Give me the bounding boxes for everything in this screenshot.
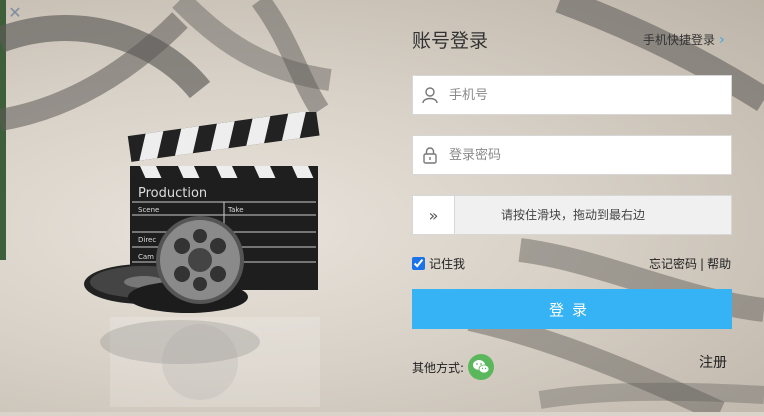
close-icon[interactable]: ✕: [6, 4, 24, 22]
other-login-methods: 其他方式:: [412, 354, 495, 380]
help-links: 忘记密码 | 帮助: [649, 255, 731, 272]
wechat-icon[interactable]: [468, 354, 495, 380]
user-icon: [413, 76, 447, 114]
help-link[interactable]: 帮助: [707, 257, 731, 271]
lock-icon: [413, 136, 447, 174]
other-methods-label: 其他方式:: [412, 360, 465, 375]
clapper-camera: Cam: [138, 253, 154, 261]
remember-checkbox[interactable]: [412, 257, 425, 270]
remember-label: 记住我: [429, 257, 466, 271]
phone-input[interactable]: [447, 76, 731, 114]
double-chevron-right-icon[interactable]: »: [413, 196, 455, 234]
quick-login-label: 手机快捷登录: [643, 33, 716, 47]
password-field[interactable]: [412, 135, 732, 175]
forgot-password-link[interactable]: 忘记密码: [649, 257, 697, 271]
clapper-director: Direc: [138, 236, 156, 244]
clapper-take: Take: [227, 206, 244, 214]
slide-captcha-text: 请按住滑块，拖动到最右边: [501, 208, 646, 222]
clapper-title: Production: [138, 186, 207, 201]
chevron-right-icon: ›: [719, 31, 725, 48]
remember-me[interactable]: 记住我: [412, 255, 465, 272]
login-button[interactable]: 登录: [412, 289, 732, 329]
clapperboard-illustration: Production Scene Take Direc Cam: [70, 109, 330, 412]
register-link[interactable]: 注册: [699, 352, 727, 372]
quick-login-link[interactable]: 手机快捷登录 ›: [643, 31, 725, 48]
phone-field[interactable]: [412, 75, 732, 115]
clapper-scene: Scene: [138, 206, 159, 214]
slide-captcha[interactable]: » 请按住滑块，拖动到最右边: [412, 195, 732, 235]
password-input[interactable]: [447, 136, 731, 174]
page-title: 账号登录: [412, 30, 489, 52]
link-separator: |: [700, 257, 705, 271]
